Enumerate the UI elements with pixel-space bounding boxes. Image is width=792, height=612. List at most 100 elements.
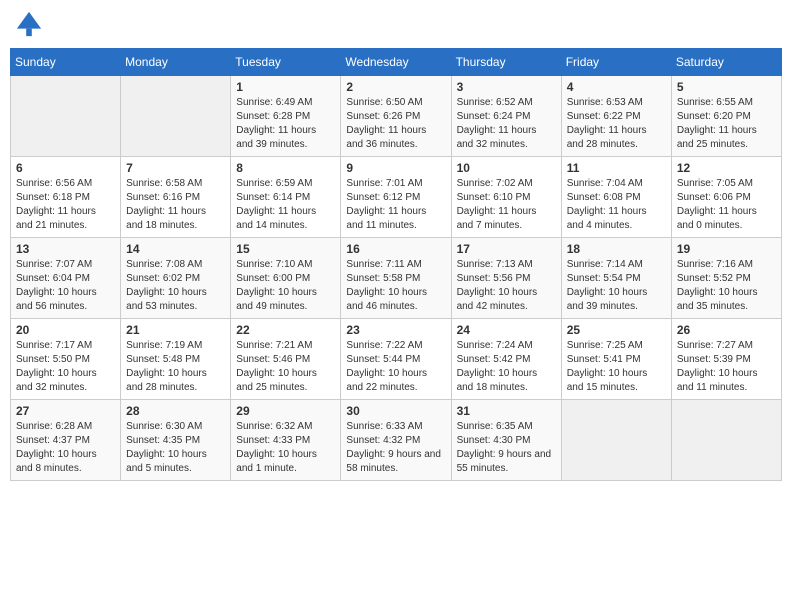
calendar-day-cell: 9 Sunrise: 7:01 AM Sunset: 6:12 PM Daylig…	[341, 157, 451, 238]
calendar-day-cell	[671, 400, 781, 481]
calendar-day-cell: 24 Sunrise: 7:24 AM Sunset: 5:42 PM Dayli…	[451, 319, 561, 400]
day-info: Sunrise: 6:59 AM Sunset: 6:14 PM Dayligh…	[236, 177, 335, 233]
calendar-day-cell: 22 Sunrise: 7:21 AM Sunset: 5:46 PM Dayli…	[231, 319, 341, 400]
day-number: 6	[16, 161, 115, 175]
logo-icon	[15, 10, 43, 38]
calendar-header-row: SundayMondayTuesdayWednesdayThursdayFrid…	[11, 49, 782, 76]
page-header	[10, 10, 782, 38]
day-number: 18	[567, 242, 666, 256]
day-info: Sunrise: 6:30 AM Sunset: 4:35 PM Dayligh…	[126, 420, 225, 476]
day-number: 30	[346, 404, 445, 418]
calendar-day-header: Sunday	[11, 49, 121, 76]
logo	[15, 10, 47, 38]
day-number: 4	[567, 80, 666, 94]
day-info: Sunrise: 6:35 AM Sunset: 4:30 PM Dayligh…	[457, 420, 556, 476]
day-info: Sunrise: 7:02 AM Sunset: 6:10 PM Dayligh…	[457, 177, 556, 233]
day-number: 8	[236, 161, 335, 175]
day-info: Sunrise: 7:16 AM Sunset: 5:52 PM Dayligh…	[677, 258, 776, 314]
calendar-day-cell	[561, 400, 671, 481]
day-info: Sunrise: 7:27 AM Sunset: 5:39 PM Dayligh…	[677, 339, 776, 395]
calendar-week-row: 6 Sunrise: 6:56 AM Sunset: 6:18 PM Daylig…	[11, 157, 782, 238]
day-number: 29	[236, 404, 335, 418]
calendar-day-cell: 15 Sunrise: 7:10 AM Sunset: 6:00 PM Dayli…	[231, 238, 341, 319]
day-number: 14	[126, 242, 225, 256]
calendar-week-row: 13Sunrise: 7:07 AM Sunset: 6:04 PM Dayli…	[11, 238, 782, 319]
calendar-day-cell: 21 Sunrise: 7:19 AM Sunset: 5:48 PM Dayli…	[121, 319, 231, 400]
day-number: 26	[677, 323, 776, 337]
calendar-day-header: Friday	[561, 49, 671, 76]
calendar-day-cell: 11Sunrise: 7:04 AM Sunset: 6:08 PM Dayli…	[561, 157, 671, 238]
calendar-day-cell: 8 Sunrise: 6:59 AM Sunset: 6:14 PM Daylig…	[231, 157, 341, 238]
day-number: 11	[567, 161, 666, 175]
day-number: 12	[677, 161, 776, 175]
day-number: 25	[567, 323, 666, 337]
calendar-day-cell: 23Sunrise: 7:22 AM Sunset: 5:44 PM Dayli…	[341, 319, 451, 400]
day-info: Sunrise: 7:21 AM Sunset: 5:46 PM Dayligh…	[236, 339, 335, 395]
day-number: 17	[457, 242, 556, 256]
calendar-day-cell: 30 Sunrise: 6:33 AM Sunset: 4:32 PM Dayli…	[341, 400, 451, 481]
calendar-day-cell: 10 Sunrise: 7:02 AM Sunset: 6:10 PM Dayli…	[451, 157, 561, 238]
calendar-table: SundayMondayTuesdayWednesdayThursdayFrid…	[10, 48, 782, 481]
day-info: Sunrise: 7:14 AM Sunset: 5:54 PM Dayligh…	[567, 258, 666, 314]
calendar-day-cell: 28Sunrise: 6:30 AM Sunset: 4:35 PM Dayli…	[121, 400, 231, 481]
day-number: 21	[126, 323, 225, 337]
calendar-week-row: 20 Sunrise: 7:17 AM Sunset: 5:50 PM Dayli…	[11, 319, 782, 400]
day-info: Sunrise: 7:24 AM Sunset: 5:42 PM Dayligh…	[457, 339, 556, 395]
day-number: 13	[16, 242, 115, 256]
day-number: 20	[16, 323, 115, 337]
day-number: 24	[457, 323, 556, 337]
day-info: Sunrise: 7:25 AM Sunset: 5:41 PM Dayligh…	[567, 339, 666, 395]
calendar-day-cell: 6 Sunrise: 6:56 AM Sunset: 6:18 PM Daylig…	[11, 157, 121, 238]
calendar-day-cell: 19 Sunrise: 7:16 AM Sunset: 5:52 PM Dayli…	[671, 238, 781, 319]
calendar-week-row: 1Sunrise: 6:49 AM Sunset: 6:28 PM Daylig…	[11, 76, 782, 157]
calendar-day-cell: 7Sunrise: 6:58 AM Sunset: 6:16 PM Daylig…	[121, 157, 231, 238]
calendar-day-cell: 12 Sunrise: 7:05 AM Sunset: 6:06 PM Dayli…	[671, 157, 781, 238]
calendar-day-cell: 27 Sunrise: 6:28 AM Sunset: 4:37 PM Dayli…	[11, 400, 121, 481]
day-number: 2	[346, 80, 445, 94]
day-info: Sunrise: 7:13 AM Sunset: 5:56 PM Dayligh…	[457, 258, 556, 314]
calendar-day-cell: 18 Sunrise: 7:14 AM Sunset: 5:54 PM Dayli…	[561, 238, 671, 319]
calendar-day-header: Monday	[121, 49, 231, 76]
day-info: Sunrise: 6:33 AM Sunset: 4:32 PM Dayligh…	[346, 420, 445, 476]
calendar-day-cell: 13Sunrise: 7:07 AM Sunset: 6:04 PM Dayli…	[11, 238, 121, 319]
day-number: 3	[457, 80, 556, 94]
day-info: Sunrise: 6:55 AM Sunset: 6:20 PM Dayligh…	[677, 96, 776, 152]
calendar-day-cell: 14 Sunrise: 7:08 AM Sunset: 6:02 PM Dayli…	[121, 238, 231, 319]
day-info: Sunrise: 7:05 AM Sunset: 6:06 PM Dayligh…	[677, 177, 776, 233]
calendar-day-cell: 3 Sunrise: 6:52 AM Sunset: 6:24 PM Daylig…	[451, 76, 561, 157]
calendar-day-cell: 16 Sunrise: 7:11 AM Sunset: 5:58 PM Dayli…	[341, 238, 451, 319]
day-number: 16	[346, 242, 445, 256]
day-number: 19	[677, 242, 776, 256]
calendar-week-row: 27 Sunrise: 6:28 AM Sunset: 4:37 PM Dayli…	[11, 400, 782, 481]
calendar-day-cell: 4 Sunrise: 6:53 AM Sunset: 6:22 PM Daylig…	[561, 76, 671, 157]
calendar-day-cell: 2 Sunrise: 6:50 AM Sunset: 6:26 PM Daylig…	[341, 76, 451, 157]
day-info: Sunrise: 7:19 AM Sunset: 5:48 PM Dayligh…	[126, 339, 225, 395]
day-info: Sunrise: 7:01 AM Sunset: 6:12 PM Dayligh…	[346, 177, 445, 233]
calendar-day-cell	[11, 76, 121, 157]
day-number: 9	[346, 161, 445, 175]
day-info: Sunrise: 6:53 AM Sunset: 6:22 PM Dayligh…	[567, 96, 666, 152]
day-info: Sunrise: 7:08 AM Sunset: 6:02 PM Dayligh…	[126, 258, 225, 314]
day-info: Sunrise: 6:28 AM Sunset: 4:37 PM Dayligh…	[16, 420, 115, 476]
day-number: 22	[236, 323, 335, 337]
day-info: Sunrise: 6:49 AM Sunset: 6:28 PM Dayligh…	[236, 96, 335, 152]
day-number: 5	[677, 80, 776, 94]
calendar-day-cell: 25 Sunrise: 7:25 AM Sunset: 5:41 PM Dayli…	[561, 319, 671, 400]
day-info: Sunrise: 7:17 AM Sunset: 5:50 PM Dayligh…	[16, 339, 115, 395]
day-number: 27	[16, 404, 115, 418]
day-info: Sunrise: 7:22 AM Sunset: 5:44 PM Dayligh…	[346, 339, 445, 395]
day-number: 15	[236, 242, 335, 256]
day-number: 10	[457, 161, 556, 175]
calendar-day-cell: 29Sunrise: 6:32 AM Sunset: 4:33 PM Dayli…	[231, 400, 341, 481]
day-number: 7	[126, 161, 225, 175]
day-info: Sunrise: 7:11 AM Sunset: 5:58 PM Dayligh…	[346, 258, 445, 314]
day-info: Sunrise: 6:50 AM Sunset: 6:26 PM Dayligh…	[346, 96, 445, 152]
day-info: Sunrise: 6:56 AM Sunset: 6:18 PM Dayligh…	[16, 177, 115, 233]
calendar-day-cell: 5 Sunrise: 6:55 AM Sunset: 6:20 PM Daylig…	[671, 76, 781, 157]
day-info: Sunrise: 6:52 AM Sunset: 6:24 PM Dayligh…	[457, 96, 556, 152]
calendar-day-header: Tuesday	[231, 49, 341, 76]
calendar-day-cell: 26 Sunrise: 7:27 AM Sunset: 5:39 PM Dayli…	[671, 319, 781, 400]
calendar-day-cell	[121, 76, 231, 157]
calendar-day-header: Wednesday	[341, 49, 451, 76]
day-info: Sunrise: 7:10 AM Sunset: 6:00 PM Dayligh…	[236, 258, 335, 314]
